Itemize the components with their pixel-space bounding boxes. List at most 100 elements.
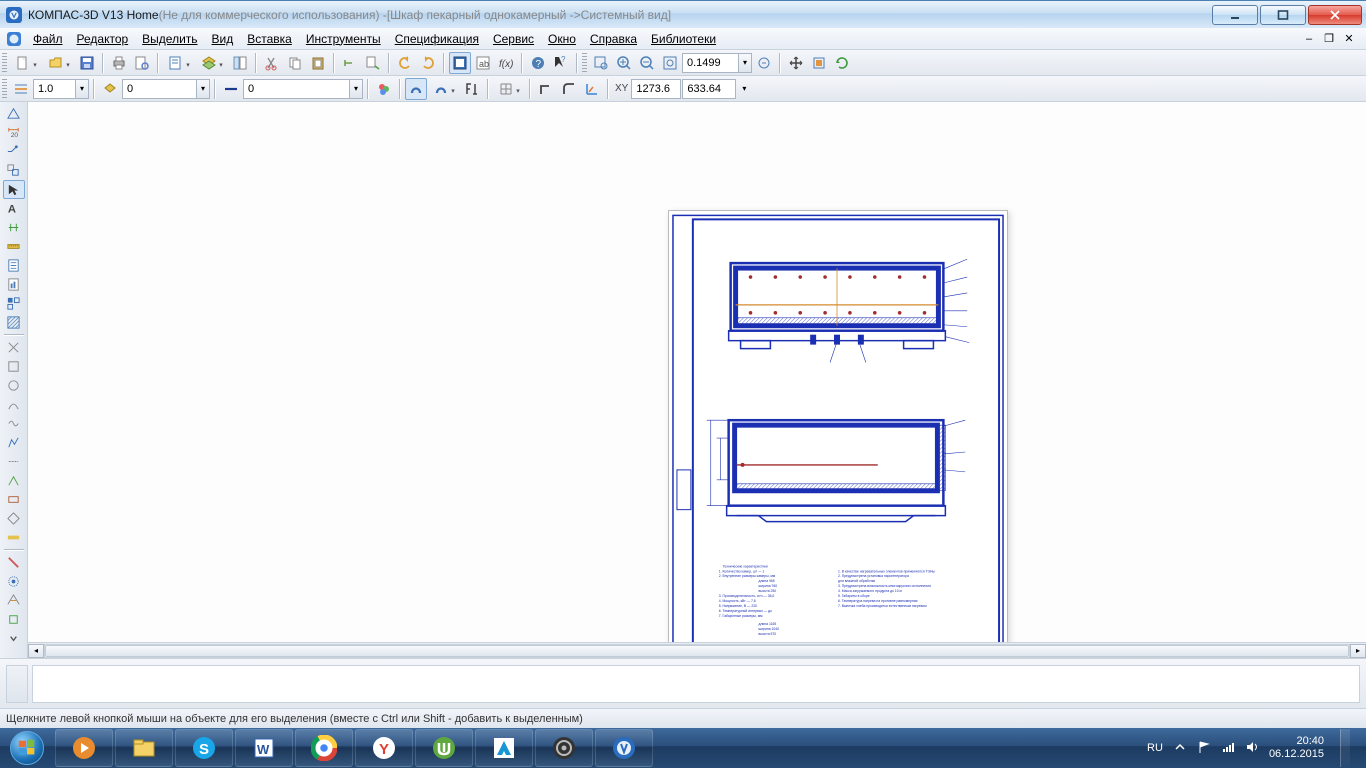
copy-button[interactable] bbox=[284, 52, 306, 74]
layers-button[interactable] bbox=[196, 52, 228, 74]
task-skype[interactable]: S bbox=[175, 729, 233, 767]
paste-props-button[interactable] bbox=[362, 52, 384, 74]
round-button[interactable] bbox=[558, 78, 580, 100]
vtool-11-icon[interactable] bbox=[3, 528, 25, 547]
line-width-combo[interactable]: ▾ bbox=[33, 79, 89, 99]
redo-button[interactable] bbox=[417, 52, 439, 74]
params-panel-icon[interactable] bbox=[3, 218, 25, 237]
line-type-icon[interactable] bbox=[220, 78, 242, 100]
rotate-view-button[interactable] bbox=[808, 52, 830, 74]
vtool-12-icon[interactable] bbox=[3, 553, 25, 572]
minimize-button[interactable] bbox=[1212, 5, 1258, 25]
ref-button[interactable] bbox=[461, 78, 483, 100]
task-yandex[interactable]: Y bbox=[355, 729, 413, 767]
vtool-15-icon[interactable] bbox=[3, 610, 25, 629]
mdi-close-button[interactable]: ✕ bbox=[1340, 32, 1358, 46]
views-panel-icon[interactable] bbox=[3, 294, 25, 313]
task-settings[interactable] bbox=[535, 729, 593, 767]
line-width-input[interactable] bbox=[33, 79, 75, 99]
task-explorer[interactable] bbox=[115, 729, 173, 767]
vtool-13-icon[interactable] bbox=[3, 572, 25, 591]
show-desktop-button[interactable] bbox=[1340, 729, 1350, 767]
vtool-2-icon[interactable] bbox=[3, 357, 25, 376]
vtool-more-icon[interactable] bbox=[3, 629, 25, 648]
tray-flag-icon[interactable] bbox=[1197, 740, 1211, 757]
task-autodesk[interactable] bbox=[475, 729, 533, 767]
horizontal-scrollbar[interactable]: ◂ ▸ bbox=[28, 642, 1366, 658]
cut-button[interactable] bbox=[261, 52, 283, 74]
save-button[interactable] bbox=[76, 52, 98, 74]
menu-editor[interactable]: Редактор bbox=[70, 30, 136, 48]
zoom-window-button[interactable] bbox=[590, 52, 612, 74]
tray-network-icon[interactable] bbox=[1221, 740, 1235, 757]
vtool-4-icon[interactable] bbox=[3, 395, 25, 414]
scroll-right-button[interactable]: ▸ bbox=[1350, 644, 1366, 658]
open-doc-button[interactable] bbox=[43, 52, 75, 74]
paste-button[interactable] bbox=[307, 52, 329, 74]
task-chrome[interactable] bbox=[295, 729, 353, 767]
mdi-restore-button[interactable]: ❐ bbox=[1320, 32, 1338, 46]
line-style-icon[interactable] bbox=[10, 78, 32, 100]
task-kompas[interactable] bbox=[595, 729, 653, 767]
vtool-14-icon[interactable] bbox=[3, 591, 25, 610]
menu-help[interactable]: Справка bbox=[583, 30, 644, 48]
task-mediaplayer[interactable] bbox=[55, 729, 113, 767]
zoom-fit-button[interactable] bbox=[659, 52, 681, 74]
help-button[interactable]: ? bbox=[527, 52, 549, 74]
hatch-panel-icon[interactable] bbox=[3, 313, 25, 332]
vtool-1-icon[interactable] bbox=[3, 338, 25, 357]
tray-up-icon[interactable] bbox=[1173, 740, 1187, 757]
maximize-button[interactable] bbox=[1260, 5, 1306, 25]
whats-this-button[interactable]: ? bbox=[550, 52, 572, 74]
coord-dropdown[interactable]: ▾ bbox=[737, 78, 751, 100]
copy-props-button[interactable] bbox=[339, 52, 361, 74]
scroll-thumb[interactable] bbox=[45, 645, 1349, 657]
task-word[interactable]: W bbox=[235, 729, 293, 767]
menu-service[interactable]: Сервис bbox=[486, 30, 541, 48]
select-panel-icon[interactable] bbox=[3, 180, 25, 199]
drawing-canvas[interactable]: Технические характеристики 1. Количество… bbox=[28, 102, 1366, 642]
vtool-8-icon[interactable] bbox=[3, 471, 25, 490]
property-panel-tab[interactable] bbox=[6, 665, 28, 703]
grid-button[interactable] bbox=[493, 78, 525, 100]
tray-clock[interactable]: 20:40 06.12.2015 bbox=[1269, 735, 1324, 761]
line-type-combo[interactable]: ▾ bbox=[243, 79, 363, 99]
report-panel-icon[interactable] bbox=[3, 275, 25, 294]
edit-panel-icon[interactable] bbox=[3, 161, 25, 180]
vtool-3-icon[interactable] bbox=[3, 376, 25, 395]
coord-y-input[interactable] bbox=[682, 79, 736, 99]
menu-view[interactable]: Вид bbox=[205, 30, 241, 48]
menu-select[interactable]: Выделить bbox=[135, 30, 204, 48]
layer-icon[interactable] bbox=[99, 78, 121, 100]
zoom-in-button[interactable] bbox=[613, 52, 635, 74]
vtool-10-icon[interactable] bbox=[3, 509, 25, 528]
properties-button[interactable] bbox=[229, 52, 251, 74]
start-button[interactable] bbox=[0, 728, 54, 768]
new-doc-button[interactable] bbox=[10, 52, 42, 74]
pan-button[interactable] bbox=[785, 52, 807, 74]
menu-file[interactable]: Файл bbox=[26, 30, 70, 48]
menu-insert[interactable]: Вставка bbox=[240, 30, 299, 48]
scroll-left-button[interactable]: ◂ bbox=[28, 644, 44, 658]
close-button[interactable] bbox=[1308, 5, 1362, 25]
geometry-panel-icon[interactable] bbox=[3, 104, 25, 123]
menu-tools[interactable]: Инструменты bbox=[299, 30, 388, 48]
zoom-out-button[interactable] bbox=[636, 52, 658, 74]
menu-specification[interactable]: Спецификация bbox=[388, 30, 486, 48]
snap-toggle-button[interactable] bbox=[405, 78, 427, 100]
menu-window[interactable]: Окно bbox=[541, 30, 583, 48]
app-menu-icon[interactable] bbox=[6, 31, 22, 47]
color-button[interactable] bbox=[373, 78, 395, 100]
property-panel-body[interactable] bbox=[32, 665, 1360, 703]
ortho-button[interactable] bbox=[535, 78, 557, 100]
dimensions-panel-icon[interactable]: 20 bbox=[3, 123, 25, 142]
print-button[interactable] bbox=[108, 52, 130, 74]
vtool-6-icon[interactable] bbox=[3, 433, 25, 452]
doc-manager-button[interactable] bbox=[449, 52, 471, 74]
print-preview-button[interactable] bbox=[131, 52, 153, 74]
mdi-minimize-button[interactable]: – bbox=[1300, 32, 1318, 46]
menu-libraries[interactable]: Библиотеки bbox=[644, 30, 723, 48]
redraw-button[interactable] bbox=[831, 52, 853, 74]
snap-menu-button[interactable] bbox=[428, 78, 460, 100]
annotations-panel-icon[interactable] bbox=[3, 142, 25, 161]
